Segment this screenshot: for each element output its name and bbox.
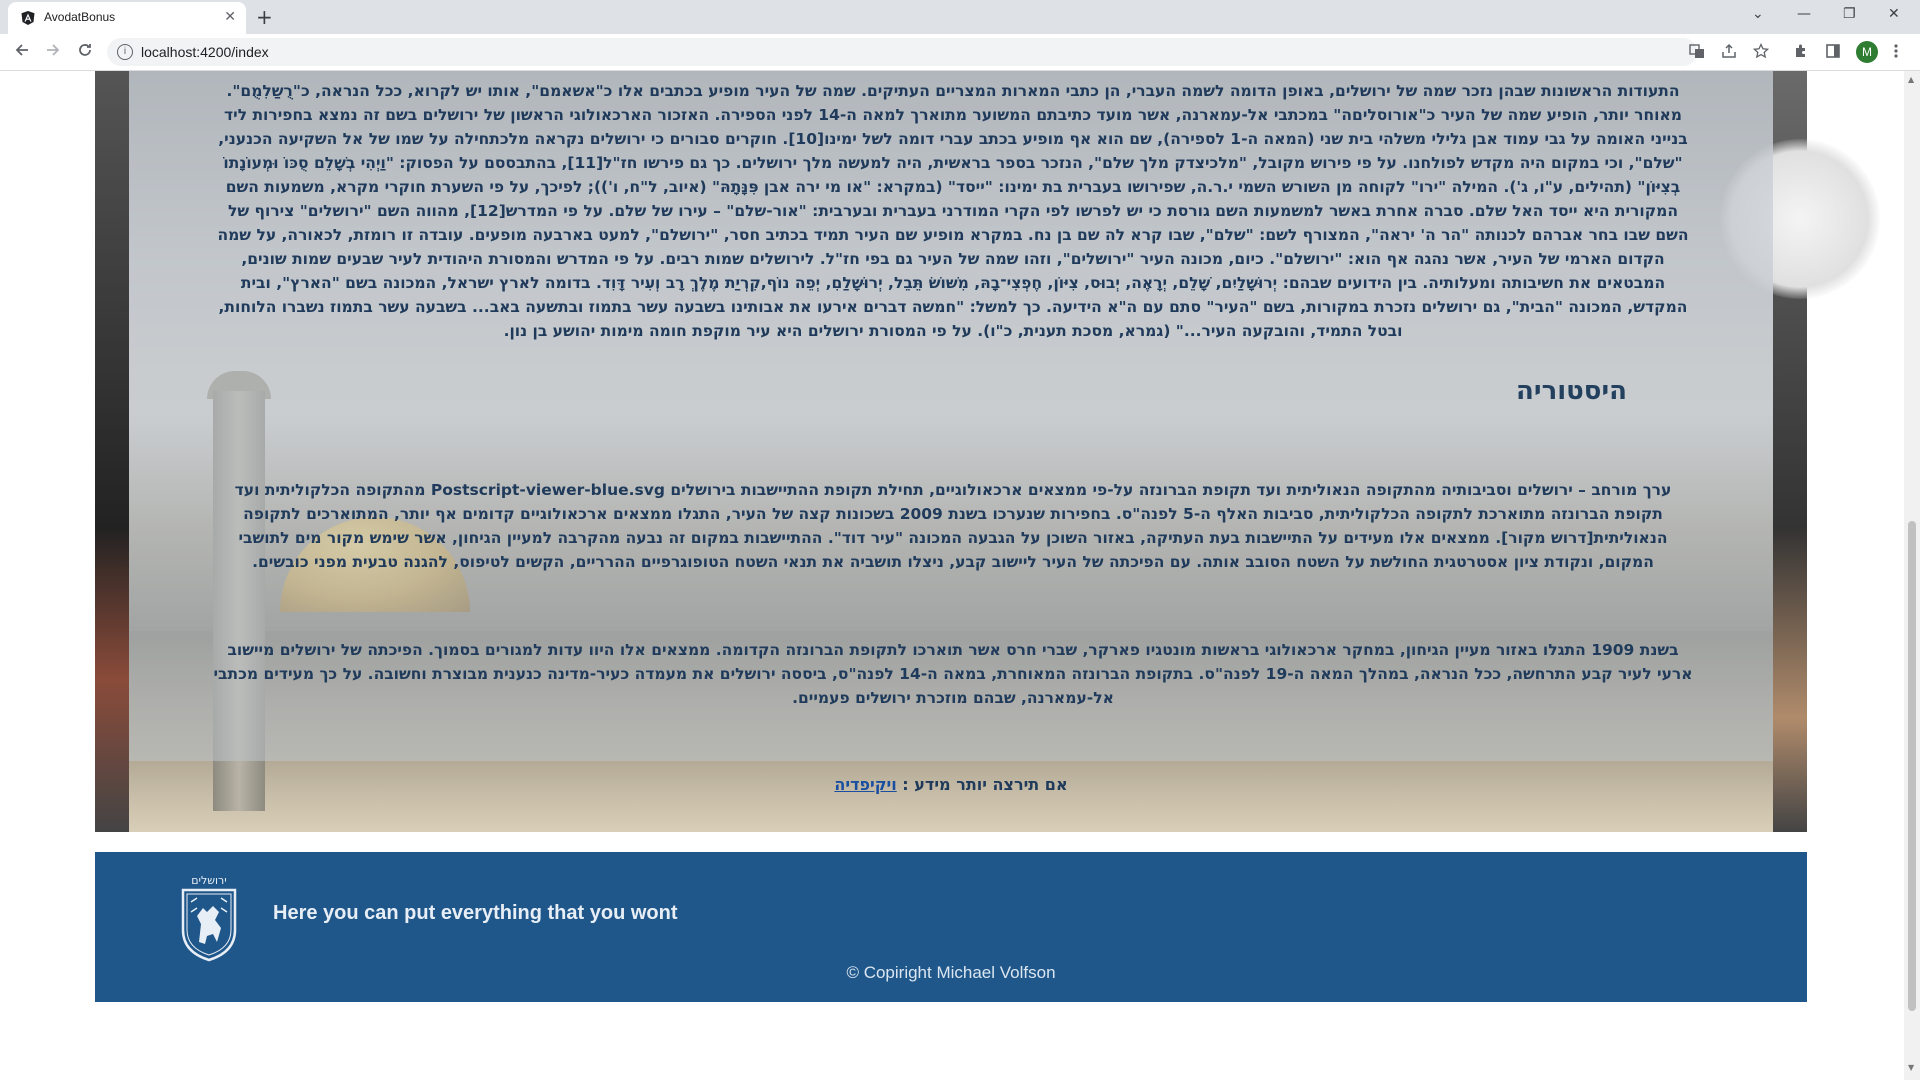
reload-icon[interactable]	[77, 42, 93, 62]
forward-icon[interactable]	[45, 42, 61, 62]
wikipedia-link[interactable]: ויקיפדיה	[834, 775, 896, 794]
browser-tab-strip: AvodatBonus ✕ + ⌄ — ❐ ✕	[0, 0, 1920, 34]
scroll-down-icon[interactable]: ▼	[1908, 1063, 1914, 1072]
history-paragraph-1: ערך מורחב – ירושלים וסביבותיה מהתקופה הנ…	[234, 481, 1672, 571]
close-window-button[interactable]: ✕	[1888, 6, 1900, 22]
footer-tagline: Here you can put everything that you won…	[273, 902, 678, 924]
tab-close-icon[interactable]: ✕	[224, 9, 236, 25]
new-tab-button[interactable]: +	[256, 5, 273, 29]
angular-logo-icon	[21, 11, 35, 25]
back-icon[interactable]	[14, 42, 30, 62]
site-footer: ירושלים Here you can put everything that…	[95, 852, 1807, 1002]
address-bar[interactable]: i localhost:4200/index	[107, 38, 1697, 66]
tab-title: AvodatBonus	[44, 10, 116, 24]
jerusalem-emblem-icon: ירושלים	[181, 874, 237, 962]
extensions-icon[interactable]	[1793, 43, 1809, 63]
page-scrollbar[interactable]: ▲ ▼	[1904, 71, 1920, 1080]
tab-search-icon[interactable]: ⌄	[1752, 6, 1764, 22]
star-icon[interactable]	[1752, 42, 1770, 63]
share-icon[interactable]	[1721, 43, 1737, 63]
info-icon[interactable]: i	[117, 44, 133, 60]
browser-toolbar: i localhost:4200/index M	[0, 34, 1920, 71]
jerusalem-background-section: התעודות הראשונות שבהן נזכר שמה של ירושלי…	[95, 71, 1880, 832]
more-info-line: אם תירצה יותר מידע : ויקיפדיה	[95, 775, 1807, 794]
section-title-history: היסטוריה	[1516, 376, 1627, 406]
sidepanel-icon[interactable]	[1825, 43, 1841, 63]
profile-avatar[interactable]: M	[1856, 41, 1878, 63]
restore-button[interactable]: ❐	[1843, 6, 1856, 22]
menu-icon[interactable]	[1893, 43, 1899, 63]
scrollbar-thumb[interactable]	[1908, 521, 1916, 1011]
translate-icon[interactable]	[1689, 43, 1705, 63]
url-text[interactable]: localhost:4200/index	[141, 44, 269, 60]
minimize-button[interactable]: —	[1797, 6, 1811, 22]
page-viewport: התעודות הראשונות שבהן נזכר שמה של ירושלי…	[0, 71, 1904, 1080]
crest-label: ירושלים	[191, 874, 226, 887]
intro-paragraph: התעודות הראשונות שבהן נזכר שמה של ירושלי…	[217, 82, 1689, 340]
history-paragraph-2: בשנת 1909 התגלו באזור מעיין הגיחון, במחק…	[213, 641, 1693, 707]
more-info-label: אם תירצה יותר מידע :	[902, 775, 1068, 794]
scroll-up-icon[interactable]: ▲	[1908, 75, 1914, 84]
browser-tab[interactable]: AvodatBonus ✕	[8, 2, 246, 34]
copyright-text: © Copiright Michael Volfson	[846, 963, 1056, 982]
background-edge-left	[95, 71, 129, 832]
